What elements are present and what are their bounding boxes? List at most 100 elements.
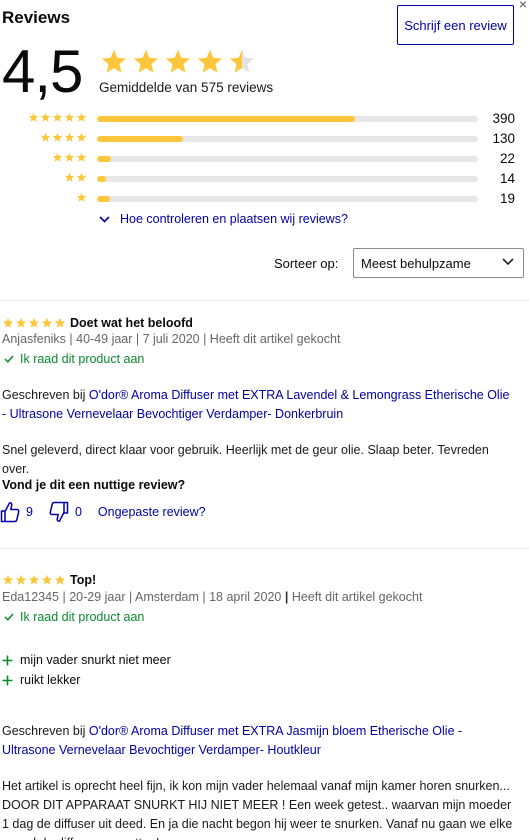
divider xyxy=(0,548,529,549)
star-icon xyxy=(15,317,27,328)
distribution-stars xyxy=(28,112,87,123)
star-icon xyxy=(133,49,159,73)
review-meta-details: Eda12345 | 20-29 jaar | Amsterdam | 18 a… xyxy=(2,590,285,604)
star-icon xyxy=(2,317,14,328)
distribution-stars xyxy=(64,172,87,183)
thumbs-down-icon xyxy=(49,501,69,522)
sort-select[interactable]: Meest behulpzame xyxy=(353,248,524,278)
distribution-count: 19 xyxy=(499,191,515,206)
star-icon xyxy=(64,172,75,182)
recommend-badge: Ik raad dit product aan xyxy=(4,352,144,366)
star-icon xyxy=(101,49,127,73)
helpful-question: Vond je dit een nuttige review? xyxy=(2,478,186,492)
star-icon xyxy=(40,112,51,122)
distribution-stars xyxy=(52,152,87,163)
pro-label: ruikt lekker xyxy=(20,673,81,687)
star-icon xyxy=(52,152,63,162)
written-prefix: Geschreven bij xyxy=(2,388,89,402)
recommend-badge: Ik raad dit product aan xyxy=(4,610,144,624)
how-reviews-link[interactable]: Hoe controleren en plaatsen wij reviews? xyxy=(99,212,348,226)
review-stars xyxy=(2,317,66,329)
recommend-label: Ik raad dit product aan xyxy=(20,610,145,624)
review-body: Het artikel is oprecht heel fijn, ik kon… xyxy=(2,779,513,840)
distribution-row-1-stars[interactable]: 19 xyxy=(0,191,529,206)
distribution-stars xyxy=(40,132,87,143)
star-icon xyxy=(41,574,53,585)
distribution-stars xyxy=(76,192,87,203)
helpful-yes-count: 9 xyxy=(26,505,33,519)
star-icon xyxy=(52,112,63,122)
check-icon xyxy=(4,355,14,363)
helpful-no-button[interactable]: 0 xyxy=(49,501,82,523)
page-title: Reviews xyxy=(2,8,71,27)
distribution-bar xyxy=(97,116,478,122)
star-icon xyxy=(197,49,223,73)
distribution-bar xyxy=(97,196,478,202)
star-icon xyxy=(52,132,63,142)
review-meta-details: | 40-49 jaar | 7 juli 2020 | Heeft dit a… xyxy=(65,332,341,346)
distribution-bar xyxy=(97,156,478,162)
review-meta: Eda12345 | 20-29 jaar | Amsterdam | 18 a… xyxy=(2,590,422,604)
pro-item: mijn vader snurkt niet meer xyxy=(2,653,171,667)
close-icon[interactable]: × xyxy=(519,0,527,11)
distribution-count: 130 xyxy=(492,131,515,146)
review-author: Anjasfeniks xyxy=(2,332,66,346)
sort-selected-value: Meest behulpzame xyxy=(361,255,471,271)
distribution-bar-fill xyxy=(97,196,110,202)
star-icon xyxy=(28,112,39,122)
distribution-row-3-stars[interactable]: 22 xyxy=(0,151,529,166)
star-icon xyxy=(76,112,87,122)
distribution-bar-fill xyxy=(97,116,356,122)
check-icon xyxy=(4,613,14,621)
star-icon xyxy=(2,574,14,585)
review-body: Snel geleverd, direct klaar voor gebruik… xyxy=(2,443,489,476)
distribution-bar-fill xyxy=(97,136,184,142)
review-meta-purchase: Heeft dit artikel gekocht xyxy=(288,590,423,604)
chevron-down-icon xyxy=(99,215,110,223)
review-product-ref: Geschreven bij O'dor® Aroma Diffuser met… xyxy=(2,386,517,424)
distribution-row-2-stars[interactable]: 14 xyxy=(0,171,529,186)
plus-icon xyxy=(2,655,13,665)
report-review-link[interactable]: Ongepaste review? xyxy=(98,505,206,519)
divider xyxy=(0,300,529,301)
star-icon xyxy=(28,317,40,328)
write-review-button[interactable]: Schrijf een review xyxy=(397,5,514,45)
star-icon xyxy=(229,49,255,73)
review-product-ref: Geschreven bij O'dor® Aroma Diffuser met… xyxy=(2,722,517,760)
star-icon xyxy=(40,132,51,142)
star-icon xyxy=(15,574,27,585)
plus-icon xyxy=(2,675,13,685)
recommend-label: Ik raad dit product aan xyxy=(20,352,145,366)
star-icon xyxy=(76,172,87,182)
distribution-count: 22 xyxy=(499,151,515,166)
review-title: Top! xyxy=(70,573,97,587)
helpful-no-count: 0 xyxy=(74,505,82,519)
chevron-down-icon xyxy=(502,258,514,266)
helpful-yes-button[interactable]: 9 xyxy=(0,501,33,523)
written-prefix: Geschreven bij xyxy=(2,724,89,738)
sort-label: Sorteer op: xyxy=(274,256,339,271)
star-icon xyxy=(165,49,191,73)
distribution-row-5-stars[interactable]: 390 xyxy=(0,111,529,126)
distribution-bar-fill xyxy=(97,176,107,182)
distribution-bar xyxy=(97,176,478,182)
star-icon xyxy=(76,192,87,202)
review-title: Doet wat het beloofd xyxy=(70,316,193,330)
pro-item: ruikt lekker xyxy=(2,673,80,687)
star-icon xyxy=(41,317,53,328)
star-icon xyxy=(64,132,75,142)
distribution-count: 390 xyxy=(492,111,515,126)
distribution-count: 14 xyxy=(499,171,515,186)
average-label: Gemiddelde van 575 reviews xyxy=(99,80,274,95)
review-meta: Anjasfeniks | 40-49 jaar | 7 juli 2020 |… xyxy=(2,332,340,346)
distribution-row-4-stars[interactable]: 130 xyxy=(0,131,529,146)
how-reviews-label: Hoe controleren en plaatsen wij reviews? xyxy=(120,212,348,226)
star-icon xyxy=(28,574,40,585)
thumbs-up-icon xyxy=(0,502,20,523)
star-icon xyxy=(76,132,87,142)
pro-label: mijn vader snurkt niet meer xyxy=(20,653,171,667)
star-icon xyxy=(64,112,75,122)
review-stars xyxy=(2,574,66,586)
star-icon xyxy=(64,152,75,162)
star-icon xyxy=(54,574,66,585)
